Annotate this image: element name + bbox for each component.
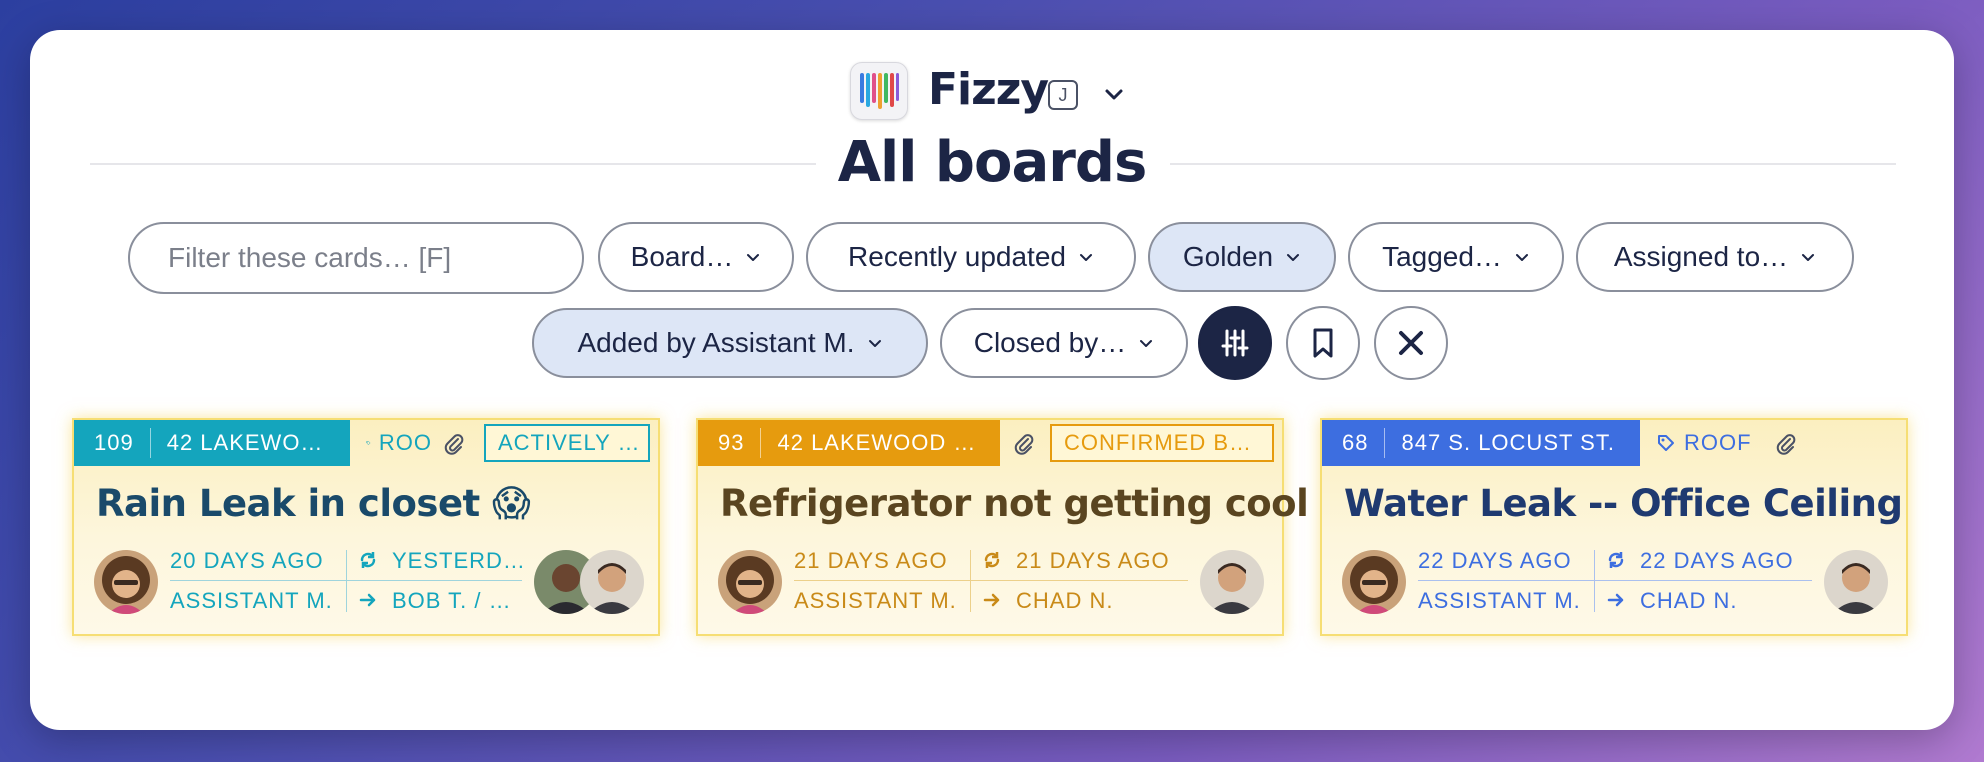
board-filter-button[interactable]: Board… — [598, 222, 794, 292]
card-number: 93 — [698, 428, 762, 458]
save-filter-button[interactable] — [1286, 306, 1360, 380]
added-by-filter-label: Added by Assistant M. — [577, 327, 855, 358]
card-updated-date: 21 DAYS AGO — [1016, 548, 1170, 573]
assignee-avatar — [1200, 550, 1264, 614]
meta-divider-vertical — [970, 550, 971, 612]
card-updated-date: 22 DAYS AGO — [1640, 548, 1794, 573]
chevron-down-icon — [1802, 254, 1815, 261]
creator-avatar — [718, 550, 782, 614]
closed-by-filter-button[interactable]: Closed by… — [940, 308, 1188, 378]
paperclip-icon — [1014, 434, 1034, 455]
card-id-badge[interactable]: 93 42 LAKEWOOD … — [698, 420, 1000, 466]
card-tag[interactable]: ROOF — [1656, 420, 1752, 466]
sliders-icon — [1221, 329, 1249, 357]
app-header: Fizzy J — [30, 52, 1954, 122]
bookmark-icon — [1313, 328, 1333, 358]
closed-by-filter-label: Closed by… — [973, 327, 1127, 358]
refresh-icon — [1608, 552, 1624, 568]
card-created-date: 21 DAYS AGO — [794, 548, 948, 573]
tag-icon — [1658, 435, 1674, 451]
assigned-filter-button[interactable]: Assigned to… — [1576, 222, 1854, 292]
arrow-right-icon — [359, 593, 376, 607]
card-assignees: CHAD N. — [1640, 588, 1738, 613]
filter-settings-button[interactable] — [1198, 306, 1272, 380]
card-title[interactable]: Rain Leak in closet 😱 — [96, 482, 531, 525]
card-title[interactable]: Refrigerator not getting cool — [720, 482, 1309, 525]
chevron-down-icon — [747, 254, 760, 261]
card-creator: ASSISTANT M. — [1418, 588, 1581, 613]
card-title[interactable]: Water Leak -- Office Ceiling — [1344, 482, 1903, 525]
card-status-badge[interactable]: CONFIRMED B… — [1050, 424, 1274, 462]
paperclip-icon — [444, 434, 464, 455]
card-tag[interactable]: ROO — [366, 420, 432, 466]
creator-avatar — [94, 550, 158, 614]
card-created-date: 22 DAYS AGO — [1418, 548, 1572, 573]
chevron-down-icon — [1287, 254, 1300, 261]
paperclip-icon — [1776, 434, 1796, 455]
card-board: 42 LAKEWO… — [166, 430, 324, 455]
refresh-icon — [984, 552, 1000, 568]
tagged-filter-label: Tagged… — [1382, 241, 1502, 272]
card-id-badge[interactable]: 109 42 LAKEWO… — [74, 420, 350, 466]
chevron-down-icon — [1079, 254, 1092, 261]
arrow-right-icon — [983, 593, 1000, 607]
card-status-badge[interactable]: ACTIVELY … — [484, 424, 650, 462]
card-creator: ASSISTANT M. — [170, 588, 333, 613]
card-assignees: CHAD N. — [1016, 588, 1114, 613]
card-updated-date: YESTERD… — [392, 548, 526, 573]
golden-filter-button[interactable]: Golden — [1148, 222, 1336, 292]
keyboard-shortcut-badge: J — [1048, 80, 1078, 110]
meta-divider-vertical — [346, 550, 347, 612]
piano-keys-logo-icon[interactable] — [850, 62, 908, 120]
card-number: 109 — [74, 428, 151, 458]
assignee-avatar — [1824, 550, 1888, 614]
card-tag-label: ROOF — [1684, 430, 1752, 455]
meta-divider — [1418, 580, 1812, 581]
card-assignees: BOB T. / … — [392, 588, 512, 613]
close-icon — [1399, 331, 1423, 355]
chevron-down-icon[interactable] — [1102, 82, 1126, 106]
arrow-right-icon — [1607, 593, 1624, 607]
card[interactable]: 93 42 LAKEWOOD … CONFIRMED B… Refrigerat… — [696, 418, 1309, 636]
creator-avatar — [1342, 550, 1406, 614]
tag-icon — [366, 441, 371, 445]
meta-divider — [794, 580, 1188, 581]
chevron-down-icon — [1515, 254, 1528, 261]
card-created-date: 20 DAYS AGO — [170, 548, 324, 573]
page-title: All boards — [837, 130, 1148, 195]
assigned-filter-label: Assigned to… — [1613, 241, 1789, 272]
app-name[interactable]: Fizzy — [928, 64, 1049, 115]
clear-filters-button[interactable] — [1374, 306, 1448, 380]
chevron-down-icon — [868, 340, 881, 347]
app-window: Fizzy J All boards Board… Recently updat… — [30, 30, 1954, 730]
filter-search-input[interactable] — [128, 222, 584, 294]
sort-filter-button[interactable]: Recently updated — [806, 222, 1136, 292]
card-id-badge[interactable]: 68 847 S. LOCUST ST. — [1322, 420, 1640, 466]
tagged-filter-button[interactable]: Tagged… — [1348, 222, 1564, 292]
card[interactable]: 109 42 LAKEWO… ROO ACTIVELY … Rain Leak … — [72, 418, 660, 636]
card-tag-label: ROO — [378, 430, 432, 455]
sort-filter-label: Recently updated — [848, 241, 1066, 272]
card-board: 847 S. LOCUST ST. — [1401, 430, 1615, 455]
card-board: 42 LAKEWOOD … — [777, 430, 977, 455]
card[interactable]: 68 847 S. LOCUST ST. ROOF Water Leak -- … — [1320, 418, 1908, 636]
board-filter-label: Board… — [630, 241, 734, 272]
chevron-down-icon — [1140, 340, 1153, 347]
card-number: 68 — [1322, 428, 1386, 458]
added-by-filter-button[interactable]: Added by Assistant M. — [532, 308, 928, 378]
meta-divider-vertical — [1594, 550, 1595, 612]
card-creator: ASSISTANT M. — [794, 588, 957, 613]
assignee-avatar — [580, 550, 644, 614]
refresh-icon — [360, 552, 376, 568]
golden-filter-label: Golden — [1182, 241, 1274, 272]
